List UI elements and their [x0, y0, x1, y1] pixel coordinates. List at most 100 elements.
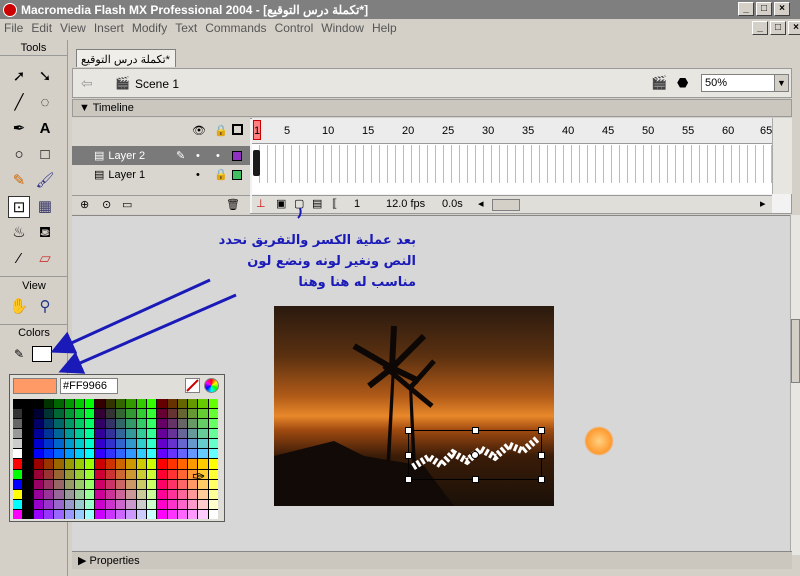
color-swatch[interactable]	[157, 479, 167, 489]
color-swatch[interactable]	[126, 409, 136, 419]
menu-insert[interactable]: Insert	[94, 21, 124, 35]
frame-grid[interactable]	[252, 145, 772, 183]
color-swatch[interactable]	[54, 469, 64, 479]
color-swatch[interactable]	[33, 409, 43, 419]
transform-handle[interactable]	[538, 476, 545, 483]
color-swatch[interactable]	[136, 419, 146, 429]
color-swatch[interactable]	[136, 439, 146, 449]
lock-icon[interactable]: 🔒	[214, 168, 228, 181]
color-swatch[interactable]	[54, 399, 64, 409]
color-swatch[interactable]	[105, 479, 115, 489]
edit-scene-icon[interactable]: 🎬	[651, 75, 667, 91]
pen-tool-icon[interactable]: ✒	[8, 118, 30, 140]
color-swatch[interactable]	[116, 439, 126, 449]
color-swatch[interactable]	[157, 399, 167, 409]
color-swatch[interactable]	[177, 479, 188, 489]
color-swatch[interactable]	[54, 459, 64, 469]
color-swatch[interactable]	[208, 509, 218, 519]
transform-handle[interactable]	[405, 427, 412, 434]
color-swatch[interactable]	[126, 479, 136, 489]
doc-minimize-button[interactable]: _	[752, 21, 768, 35]
color-swatch[interactable]	[167, 439, 177, 449]
zoom-select[interactable]: 50% ▼	[701, 74, 789, 92]
color-swatch[interactable]	[13, 429, 23, 439]
color-swatch[interactable]	[105, 419, 115, 429]
color-swatch[interactable]	[198, 489, 208, 499]
color-swatch[interactable]	[54, 449, 64, 459]
transform-handle[interactable]	[472, 427, 479, 434]
color-swatch[interactable]	[95, 469, 105, 479]
menu-help[interactable]: Help	[372, 21, 397, 35]
fill-transform-tool-icon[interactable]: ▦	[34, 196, 56, 218]
color-swatch[interactable]	[146, 489, 157, 499]
transform-center-point[interactable]	[471, 451, 479, 459]
color-swatch[interactable]	[136, 479, 146, 489]
lock-dot[interactable]: •	[216, 150, 220, 162]
color-swatch[interactable]	[157, 489, 167, 499]
color-swatch[interactable]	[146, 459, 157, 469]
color-swatch[interactable]	[95, 429, 105, 439]
color-swatch[interactable]	[198, 499, 208, 509]
color-swatch[interactable]	[23, 429, 33, 439]
onion-outline-icon[interactable]: ▢	[294, 197, 304, 210]
subselect-tool-icon[interactable]: ➘	[34, 66, 56, 88]
color-swatch[interactable]	[167, 449, 177, 459]
insert-layer-icon[interactable]: ⊕	[80, 198, 89, 211]
color-swatch[interactable]	[116, 419, 126, 429]
rectangle-tool-icon[interactable]: □	[34, 144, 56, 166]
color-swatch[interactable]	[33, 479, 43, 489]
color-swatch[interactable]	[136, 499, 146, 509]
color-swatch[interactable]	[167, 479, 177, 489]
color-swatch[interactable]	[85, 449, 95, 459]
color-swatch[interactable]	[157, 449, 167, 459]
color-swatch[interactable]	[74, 479, 85, 489]
color-swatch[interactable]	[64, 409, 74, 419]
color-swatch[interactable]	[157, 439, 167, 449]
layer-row[interactable]: ▤ Layer 1 • 🔒	[72, 165, 250, 184]
color-swatch[interactable]	[208, 419, 218, 429]
color-swatch[interactable]	[105, 399, 115, 409]
color-swatch[interactable]	[157, 419, 167, 429]
color-swatch[interactable]	[54, 419, 64, 429]
color-swatch[interactable]	[13, 509, 23, 519]
color-swatch[interactable]	[105, 469, 115, 479]
scroll-right-icon[interactable]: ▸	[760, 197, 766, 210]
free-transform-tool-icon[interactable]: ⊡	[8, 196, 30, 218]
color-swatch[interactable]	[95, 509, 105, 519]
color-swatch[interactable]	[43, 429, 54, 439]
color-swatch[interactable]	[33, 509, 43, 519]
zoom-tool-icon[interactable]: ⚲	[34, 296, 56, 318]
color-swatch[interactable]	[85, 459, 95, 469]
color-swatch[interactable]	[198, 399, 208, 409]
color-swatch[interactable]	[64, 459, 74, 469]
color-swatch[interactable]	[157, 429, 167, 439]
color-swatch[interactable]	[13, 449, 23, 459]
color-swatch[interactable]	[116, 509, 126, 519]
color-swatch[interactable]	[74, 419, 85, 429]
color-swatch[interactable]	[116, 489, 126, 499]
lock-icon[interactable]: 🔒	[214, 124, 228, 137]
eyedropper-tool-icon[interactable]: ⁄	[8, 248, 30, 270]
color-swatch[interactable]	[126, 509, 136, 519]
timeline-hscroll-thumb[interactable]	[492, 199, 520, 211]
edit-symbols-icon[interactable]: ⬣	[677, 75, 688, 91]
outline-icon[interactable]	[232, 124, 243, 135]
color-swatch[interactable]	[157, 409, 167, 419]
color-swatch[interactable]	[126, 419, 136, 429]
doc-restore-button[interactable]: □	[770, 21, 786, 35]
visibility-dot[interactable]: •	[196, 150, 200, 162]
keyframe-marker[interactable]	[253, 150, 260, 176]
eraser-tool-icon[interactable]: ▱	[34, 248, 56, 270]
color-swatch[interactable]	[43, 409, 54, 419]
paint-bucket-tool-icon[interactable]: ⛾	[34, 222, 56, 244]
color-swatch[interactable]	[198, 449, 208, 459]
color-swatch[interactable]	[43, 469, 54, 479]
color-swatch[interactable]	[95, 479, 105, 489]
color-swatch[interactable]	[146, 419, 157, 429]
menu-commands[interactable]: Commands	[205, 21, 266, 35]
color-swatch[interactable]	[177, 509, 188, 519]
color-swatch[interactable]	[146, 399, 157, 409]
color-swatch[interactable]	[105, 459, 115, 469]
color-swatch[interactable]	[105, 509, 115, 519]
color-swatch[interactable]	[116, 479, 126, 489]
